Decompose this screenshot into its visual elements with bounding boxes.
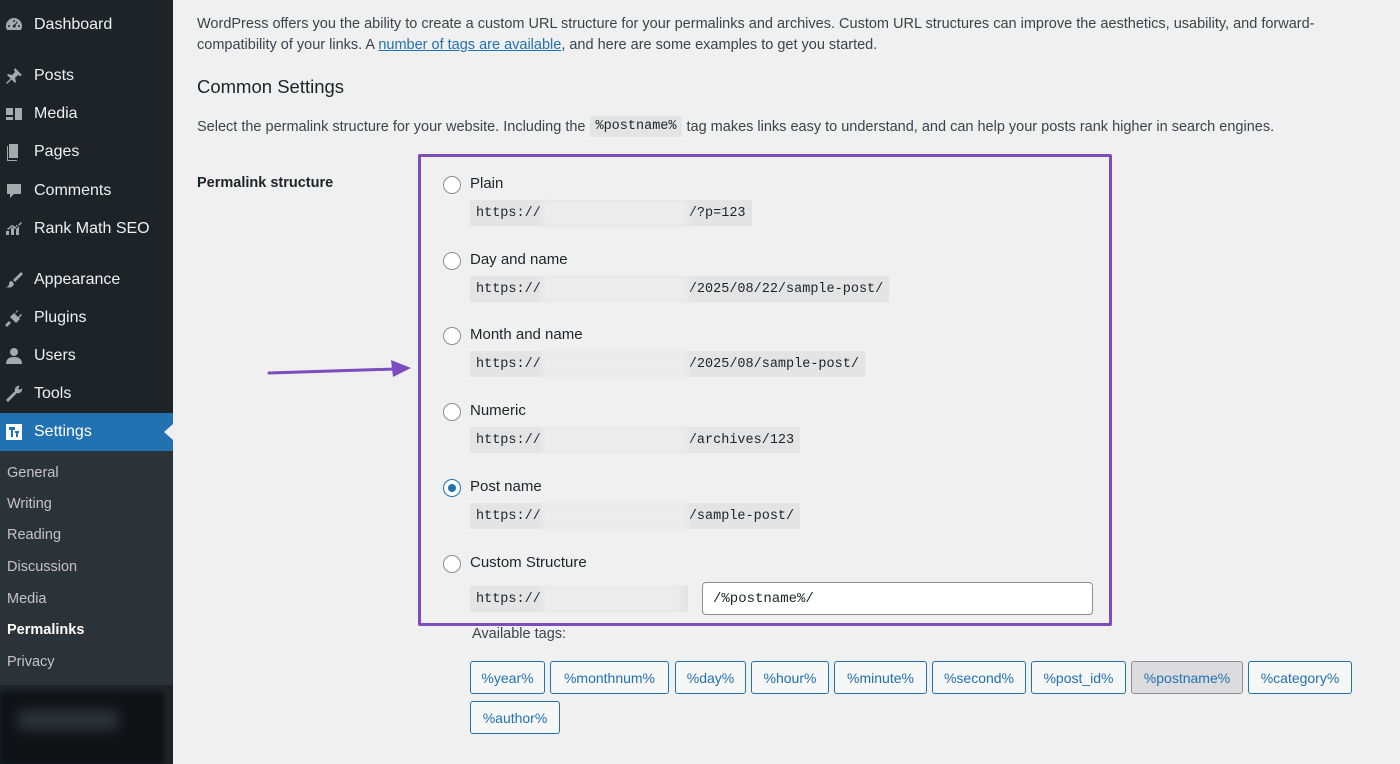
sidebar-item-posts[interactable]: Posts: [0, 57, 173, 95]
brush-icon: [4, 270, 24, 290]
blurred-domain: [541, 200, 688, 226]
available-tags-label: Available tags:: [472, 626, 567, 642]
tags-help-link[interactable]: number of tags are available: [378, 37, 561, 53]
tag-button-hour[interactable]: %hour%: [751, 661, 829, 694]
postname-code: %postname%: [590, 116, 682, 137]
tag-button-post-id[interactable]: %post_id%: [1031, 661, 1126, 694]
submenu-media[interactable]: Media: [7, 591, 47, 607]
sidebar-item-plugins[interactable]: Plugins: [0, 299, 173, 337]
blurred-domain: [541, 351, 688, 377]
sidebar-item-label: Comments: [34, 182, 112, 199]
submenu-writing[interactable]: Writing: [7, 496, 52, 512]
section-title: Common Settings: [197, 76, 345, 97]
option-label: Month and name: [470, 326, 583, 343]
blurred-domain: [541, 586, 681, 612]
pin-icon: [4, 66, 24, 86]
arrow-annotation: [267, 360, 411, 377]
sidebar-item-tools[interactable]: Tools: [0, 375, 173, 413]
url-example: https:///archives/123: [470, 427, 801, 453]
radio-post-name[interactable]: [443, 479, 461, 497]
tag-button-author[interactable]: %author%: [470, 701, 560, 734]
wrench-icon: [4, 384, 24, 404]
option-label: Post name: [470, 478, 542, 495]
sidebar-item-label: Pages: [34, 143, 80, 160]
radio-numeric[interactable]: [443, 403, 461, 421]
radio-custom-structure[interactable]: [443, 555, 461, 573]
url-example: https:///2025/08/sample-post/: [470, 351, 865, 377]
sidebar-item-label: Posts: [34, 67, 75, 84]
url-example: https:///sample-post/: [470, 503, 801, 529]
submenu-discussion[interactable]: Discussion: [7, 559, 77, 575]
tag-button-category[interactable]: %category%: [1248, 661, 1352, 694]
tag-button-day[interactable]: %day%: [675, 661, 746, 694]
submenu-general[interactable]: General: [7, 465, 59, 481]
submenu-reading[interactable]: Reading: [7, 527, 61, 543]
rank-math-icon: [4, 219, 24, 239]
url-example: https:///?p=123: [470, 200, 752, 226]
tag-button-second[interactable]: %second%: [932, 661, 1026, 694]
url-example: https://: [470, 586, 688, 612]
sidebar-item-comments[interactable]: Comments: [0, 172, 173, 210]
radio-plain[interactable]: [443, 176, 461, 194]
sidebar-item-settings[interactable]: Settings: [0, 413, 173, 451]
section-description: Select the permalink structure for your …: [197, 116, 1274, 137]
custom-structure-input[interactable]: /%postname%/: [702, 582, 1093, 615]
option-label: Day and name: [470, 251, 568, 268]
option-label: Plain: [470, 175, 504, 192]
sidebar-item-label: Appearance: [34, 271, 121, 288]
sidebar-item-dashboard[interactable]: Dashboard: [0, 6, 173, 44]
sidebar-item-label: Dashboard: [34, 16, 113, 33]
sidebar-item-label: Rank Math SEO: [34, 220, 150, 237]
sidebar-item-media[interactable]: Media: [0, 95, 173, 133]
blurred-domain: [541, 276, 688, 302]
blurred-domain: [541, 427, 688, 453]
url-example: https:///2025/08/22/sample-post/: [470, 276, 890, 302]
option-label: Custom Structure: [470, 554, 587, 571]
sidebar-item-label: Settings: [34, 423, 92, 440]
blurred-domain: [541, 503, 688, 529]
user-icon: [4, 346, 24, 366]
intro-text: WordPress offers you the ability to crea…: [197, 16, 1315, 53]
option-label: Numeric: [470, 402, 526, 419]
settings-submenu: General Writing Reading Discussion Media…: [0, 451, 173, 685]
blurred-region: [0, 692, 164, 764]
plugin-icon: [4, 308, 24, 328]
tag-button-year[interactable]: %year%: [470, 661, 545, 694]
submenu-privacy[interactable]: Privacy: [7, 654, 55, 670]
admin-sidebar: Dashboard Posts Media Pages Comments Ran…: [0, 0, 173, 764]
sidebar-item-label: Media: [34, 105, 78, 122]
dashboard-icon: [4, 15, 24, 35]
radio-month-and-name[interactable]: [443, 327, 461, 345]
sidebar-item-users[interactable]: Users: [0, 337, 173, 375]
sidebar-item-pages[interactable]: Pages: [0, 133, 173, 171]
tag-button-monthnum[interactable]: %monthnum%: [550, 661, 669, 694]
comment-icon: [4, 181, 24, 201]
tag-button-postname[interactable]: %postname%: [1131, 661, 1243, 694]
radio-day-and-name[interactable]: [443, 252, 461, 270]
sidebar-item-label: Plugins: [34, 309, 87, 326]
permalink-structure-label: Permalink structure: [197, 175, 334, 191]
sidebar-item-appearance[interactable]: Appearance: [0, 261, 173, 299]
sidebar-item-label: Tools: [34, 385, 72, 402]
sidebar-item-label: Users: [34, 347, 76, 364]
settings-icon: [4, 422, 24, 442]
pages-icon: [4, 142, 24, 162]
submenu-permalinks[interactable]: Permalinks: [7, 622, 84, 638]
sidebar-item-rank-math[interactable]: Rank Math SEO: [0, 210, 173, 248]
tag-button-minute[interactable]: %minute%: [834, 661, 927, 694]
media-icon: [4, 104, 24, 124]
